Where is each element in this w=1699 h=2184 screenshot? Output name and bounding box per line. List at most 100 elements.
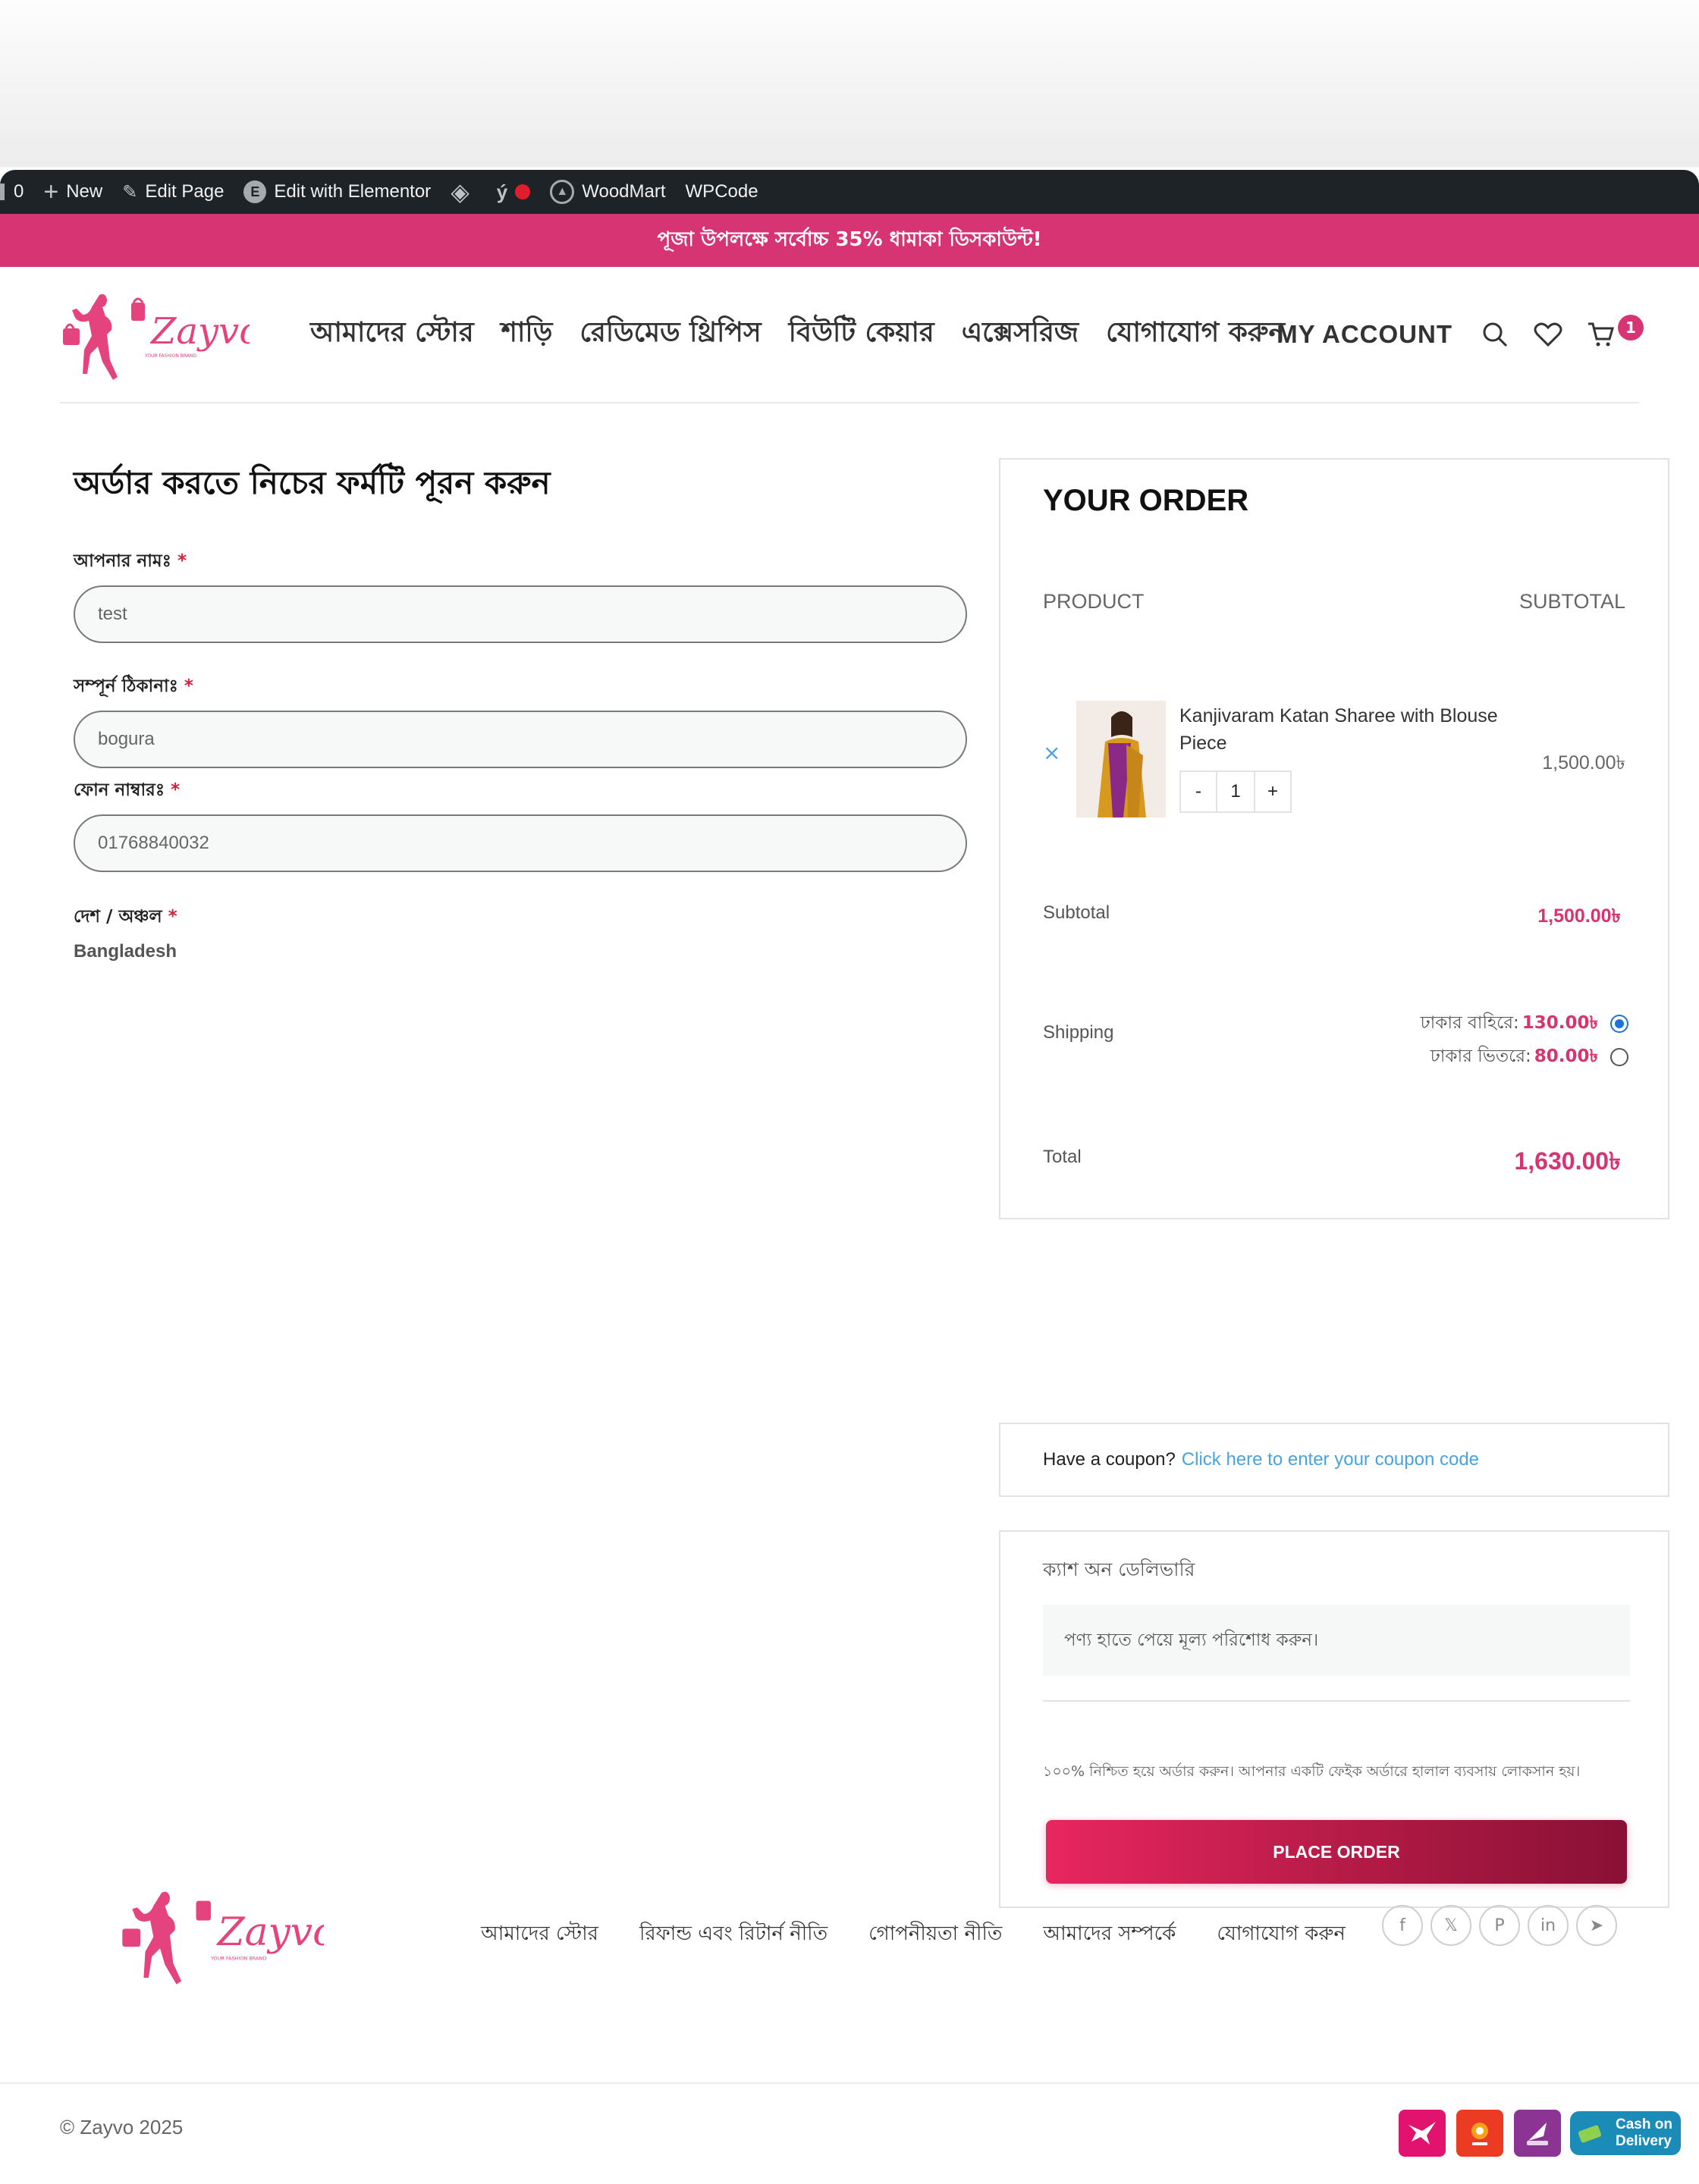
page-frame: 0 + New ✎ Edit Page E Edit with Elemento… bbox=[0, 170, 1699, 2184]
svg-text:Zayvo: Zayvo bbox=[216, 1909, 324, 1955]
footer-link-store[interactable]: আমাদের স্টোর bbox=[481, 1918, 598, 1951]
cart-count-badge: 1 bbox=[1618, 315, 1644, 340]
x-twitter-icon[interactable]: 𝕏 bbox=[1430, 1905, 1471, 1946]
payment-divider bbox=[1043, 1700, 1630, 1702]
my-account-link[interactable]: MY ACCOUNT bbox=[1277, 320, 1452, 349]
phone-input[interactable]: 01768840032 bbox=[74, 814, 967, 872]
nav-item-contact[interactable]: যোগাযোগ করুন bbox=[1106, 312, 1285, 357]
payment-description: পণ্য হাতে পেয়ে মূল্য পরিশোধ করুন। bbox=[1043, 1605, 1630, 1676]
pencil-icon: ✎ bbox=[122, 181, 138, 202]
remove-item-icon[interactable]: × bbox=[1043, 740, 1060, 765]
footer-link-about[interactable]: আমাদের সম্পর্কে bbox=[1043, 1918, 1176, 1951]
place-order-button[interactable]: PLACE ORDER bbox=[1046, 1820, 1627, 1884]
yoast-icon: ý bbox=[496, 180, 508, 203]
shipping-option-inside[interactable]: ঢাকার ভিতরে: 80.00৳ bbox=[1430, 1042, 1628, 1072]
address-input[interactable]: bogura bbox=[74, 711, 967, 768]
qty-input[interactable]: 1 bbox=[1216, 772, 1255, 811]
telegram-icon[interactable]: ➤ bbox=[1576, 1905, 1617, 1946]
country-field-group: দেশ / অঞ্চল * Bangladesh bbox=[74, 902, 967, 962]
coupon-box: Have a coupon? Click here to enter your … bbox=[999, 1423, 1669, 1497]
product-name-link[interactable]: Kanjivaram Katan Sharee with Blouse Piec… bbox=[1179, 702, 1513, 757]
rocket-icon bbox=[1514, 2110, 1561, 2157]
nav-item-beauty[interactable]: বিউটি কেয়ার bbox=[789, 312, 934, 357]
qty-increase-button[interactable]: + bbox=[1255, 772, 1290, 811]
total-value: 1,630.00৳ bbox=[1514, 1147, 1621, 1175]
linkedin-icon[interactable]: in bbox=[1528, 1905, 1569, 1946]
admin-edit-page-button[interactable]: ✎ Edit Page bbox=[122, 181, 224, 203]
coupon-link[interactable]: Click here to enter your coupon code bbox=[1182, 1449, 1479, 1470]
plus-icon: + bbox=[43, 177, 59, 206]
svg-text:YOUR FASHION BRAND: YOUR FASHION BRAND bbox=[210, 1955, 266, 1961]
name-field-group: আপনার নামঃ * test bbox=[74, 547, 967, 643]
social-links: f 𝕏 P in ➤ bbox=[1382, 1905, 1625, 1946]
footer-link-privacy[interactable]: গোপনীয়তা নীতি bbox=[868, 1918, 1002, 1951]
facebook-icon[interactable]: f bbox=[1382, 1905, 1423, 1946]
promo-text: পূজা উপলক্ষে সর্বোচ্চ 35% ধামাকা ডিসকাউন… bbox=[657, 228, 1042, 251]
shipping-option-outside[interactable]: ঢাকার বাহিরে: 130.00৳ bbox=[1421, 1009, 1628, 1038]
admin-comments-count[interactable]: 0 bbox=[0, 181, 24, 202]
wishlist-heart-icon[interactable] bbox=[1533, 319, 1563, 350]
order-title: YOUR ORDER bbox=[1043, 484, 1249, 517]
cash-on-delivery-badge: Cash on Delivery bbox=[1570, 2111, 1681, 2155]
form-title: অর্ডার করতে নিচের ফর্মটি পূরন করুন bbox=[74, 464, 551, 501]
admin-woodmart-button[interactable]: ▲ WoodMart bbox=[550, 180, 666, 204]
nav-item-store[interactable]: আমাদের স্টোর bbox=[310, 312, 474, 357]
billing-form: অর্ডার করতে নিচের ফর্মটি পূরন করুন আপনার… bbox=[74, 458, 967, 962]
cash-icon bbox=[1578, 2125, 1602, 2143]
diamond-icon: ◈ bbox=[451, 178, 470, 206]
nagad-icon bbox=[1456, 2110, 1503, 2157]
svg-text:YOUR FASHION BRAND: YOUR FASHION BRAND bbox=[144, 353, 196, 359]
header-actions: MY ACCOUNT 1 bbox=[1277, 315, 1644, 350]
site-logo[interactable]: Zayvo YOUR FASHION BRAND bbox=[60, 281, 261, 388]
admin-new-button[interactable]: + New bbox=[43, 177, 102, 207]
footer-logo[interactable]: Zayvo YOUR FASHION BRAND bbox=[119, 1876, 336, 1994]
logo-figure-icon: Zayvo YOUR FASHION BRAND bbox=[63, 293, 261, 380]
nav-item-sharee[interactable]: শাড়ি bbox=[501, 312, 553, 357]
promo-banner: পূজা উপলক্ষে সর্বোচ্চ 35% ধামাকা ডিসকাউন… bbox=[0, 214, 1699, 267]
radio-inside-dhaka[interactable] bbox=[1610, 1047, 1628, 1066]
subtotal-label: Subtotal bbox=[1043, 902, 1110, 923]
name-input[interactable]: test bbox=[74, 585, 967, 643]
shipping-label: Shipping bbox=[1043, 1022, 1114, 1043]
admin-diamond-button[interactable]: ◈ bbox=[451, 177, 477, 206]
main-nav: আমাদের স্টোর শাড়ি রেডিমেড থ্রিপিস বিউটি… bbox=[310, 312, 1312, 357]
coupon-prompt: Have a coupon? bbox=[1043, 1449, 1176, 1470]
elementor-icon: E bbox=[243, 180, 267, 203]
nav-item-accessories[interactable]: এক্সেসরিজ bbox=[962, 312, 1079, 357]
comment-icon bbox=[0, 184, 5, 200]
product-thumbnail[interactable] bbox=[1076, 701, 1166, 817]
admin-elementor-button[interactable]: E Edit with Elementor bbox=[243, 180, 431, 203]
product-column-header: PRODUCT bbox=[1043, 590, 1145, 613]
name-label: আপনার নামঃ * bbox=[74, 551, 187, 571]
footer-divider bbox=[0, 2082, 1699, 2084]
subtotal-column-header: SUBTOTAL bbox=[1518, 590, 1625, 613]
payment-box: ক্যাশ অন ডেলিভারি পণ্য হাতে পেয়ে মূল্য … bbox=[999, 1530, 1669, 1908]
subtotal-value: 1,500.00৳ bbox=[1537, 905, 1621, 927]
woodmart-icon: ▲ bbox=[550, 180, 575, 204]
address-label: সম্পূর্ন ঠিকানাঃ * bbox=[74, 676, 193, 696]
cart-icon[interactable]: 1 bbox=[1586, 315, 1644, 350]
status-dot-icon bbox=[515, 184, 531, 199]
admin-bar: 0 + New ✎ Edit Page E Edit with Elemento… bbox=[0, 170, 1699, 214]
radio-outside-dhaka[interactable] bbox=[1610, 1014, 1628, 1033]
admin-wpcode-button[interactable]: WPCode bbox=[686, 181, 758, 202]
country-value: Bangladesh bbox=[74, 941, 177, 962]
search-icon[interactable] bbox=[1480, 319, 1510, 350]
nav-item-threepiece[interactable]: রেডিমেড থ্রিপিস bbox=[579, 312, 761, 357]
footer-link-refund[interactable]: রিফান্ড এবং রিটার্ন নীতি bbox=[639, 1918, 828, 1951]
address-field-group: সম্পূর্ন ঠিকানাঃ * bogura bbox=[74, 672, 967, 768]
admin-yoast-button[interactable]: ý bbox=[496, 180, 531, 204]
qty-decrease-button[interactable]: - bbox=[1181, 772, 1216, 811]
country-label: দেশ / অঞ্চল * bbox=[74, 907, 177, 927]
payment-method-label[interactable]: ক্যাশ অন ডেলিভারি bbox=[1043, 1555, 1195, 1587]
footer-logo-figure-icon: Zayvo YOUR FASHION BRAND bbox=[122, 1891, 336, 1985]
payment-badges: Cash on Delivery bbox=[1388, 2110, 1681, 2157]
phone-field-group: ফোন নাম্বারঃ * 01768840032 bbox=[74, 776, 967, 872]
copyright-text: © Zayvo 2025 bbox=[60, 2116, 184, 2138]
product-line-price: 1,500.00৳ bbox=[1542, 752, 1625, 774]
footer-link-contact[interactable]: যোগাযোগ করুন bbox=[1217, 1918, 1346, 1951]
bkash-icon bbox=[1399, 2110, 1446, 2157]
pinterest-icon[interactable]: P bbox=[1479, 1905, 1520, 1946]
phone-label: ফোন নাম্বারঃ * bbox=[74, 780, 181, 800]
svg-text:Zayvo: Zayvo bbox=[149, 310, 250, 353]
